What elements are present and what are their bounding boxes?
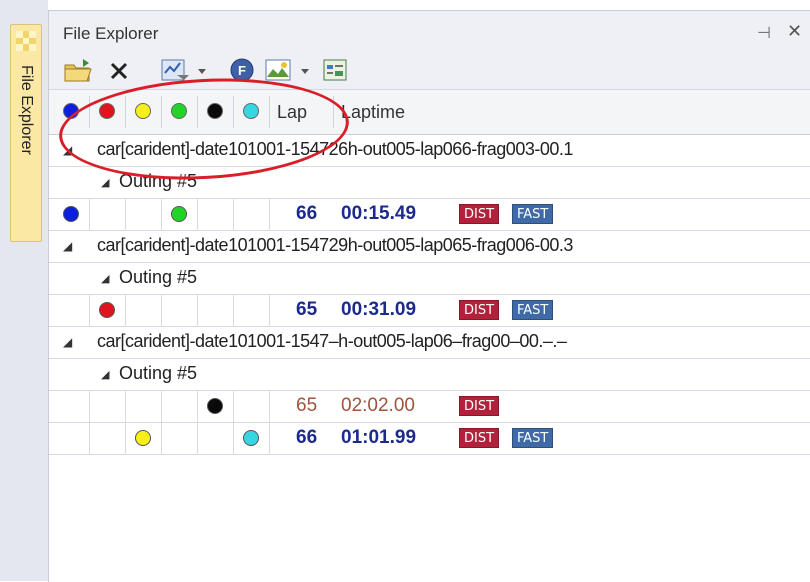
svg-text:F: F — [238, 63, 246, 78]
chart-image-icon[interactable] — [263, 57, 295, 83]
report-icon[interactable] — [321, 57, 351, 83]
dist-badge: DIST — [459, 428, 500, 448]
lap-number: 66 — [296, 203, 318, 224]
fast-badge: FAST — [512, 300, 554, 320]
lap-color-dot[interactable] — [243, 430, 259, 446]
grid-line — [233, 294, 234, 326]
lap-number: 66 — [296, 427, 318, 448]
side-tab-label: File Explorer — [18, 65, 35, 155]
dist-badge: DIST — [459, 300, 500, 320]
lap-color-dot[interactable] — [63, 206, 79, 222]
panel-titlebar: File Explorer ⊣ ✕ — [49, 11, 810, 51]
lap-time: 02:02.00 — [341, 395, 415, 416]
file-group-row[interactable]: ◢ car[carident]-date101001-154729h-out00… — [49, 230, 810, 263]
laptime-column-header[interactable]: Laptime — [341, 102, 405, 123]
grid-line — [269, 390, 270, 422]
open-folder-icon[interactable] — [63, 57, 95, 83]
pin-icon[interactable]: ⊣ — [757, 23, 771, 43]
grid-line — [89, 422, 90, 454]
lap-number: 65 — [296, 395, 318, 416]
lap-row[interactable]: 65 02:02.00 DIST — [49, 390, 810, 423]
grid-line — [197, 198, 198, 230]
fast-badge: FAST — [512, 204, 554, 224]
lap-time: 00:15.49 — [341, 203, 417, 224]
lap-color-dot[interactable] — [207, 398, 223, 414]
lap-row[interactable]: 66 01:01.99 DIST FAST — [49, 422, 810, 455]
grid-line — [161, 422, 162, 454]
lap-color-dot[interactable] — [135, 430, 151, 446]
grid-line — [197, 422, 198, 454]
file-explorer-side-tab[interactable]: File Explorer — [10, 24, 42, 242]
fast-badge: FAST — [512, 428, 554, 448]
collapse-arrow-icon[interactable]: ◢ — [101, 272, 109, 285]
collapse-arrow-icon[interactable]: ◢ — [101, 368, 109, 381]
dropdown-arrow-icon[interactable] — [299, 57, 311, 83]
outing-label: Outing #5 — [119, 363, 198, 383]
grid-line — [161, 294, 162, 326]
collapse-arrow-icon[interactable]: ◢ — [63, 335, 72, 349]
grid-line — [89, 294, 90, 326]
checker-icon — [16, 31, 36, 51]
delete-icon[interactable] — [107, 57, 131, 83]
grid-line — [197, 390, 198, 422]
grid-line — [269, 422, 270, 454]
grid-line — [161, 390, 162, 422]
close-icon[interactable]: ✕ — [787, 21, 802, 42]
grid-line — [125, 294, 126, 326]
outing-label: Outing #5 — [119, 267, 198, 287]
lap-color-dot[interactable] — [99, 302, 115, 318]
file-explorer-panel: File Explorer ⊣ ✕ F Lap Laptime ◢ car[ca… — [48, 10, 810, 582]
lap-time: 01:01.99 — [341, 427, 417, 448]
grid-line — [89, 390, 90, 422]
grid-line — [125, 390, 126, 422]
grid-line — [233, 198, 234, 230]
dist-badge: DIST — [459, 204, 500, 224]
outing-row[interactable]: ◢ Outing #5 — [49, 358, 810, 391]
grid-line — [269, 294, 270, 326]
file-name: car[carident]-date101001-154729h-out005-… — [97, 235, 573, 255]
grid-line — [161, 198, 162, 230]
grid-line — [125, 422, 126, 454]
grid-line — [269, 198, 270, 230]
lap-number: 65 — [296, 299, 318, 320]
grid-line — [233, 390, 234, 422]
dist-badge: DIST — [459, 396, 500, 416]
lap-time: 00:31.09 — [341, 299, 417, 320]
grid-line — [125, 198, 126, 230]
panel-title: File Explorer — [63, 24, 159, 43]
grid-line — [233, 422, 234, 454]
collapse-arrow-icon[interactable]: ◢ — [101, 176, 109, 189]
collapse-arrow-icon[interactable]: ◢ — [63, 239, 72, 253]
file-group-row[interactable]: ◢ car[carident]-date101001-1547–h-out005… — [49, 326, 810, 359]
lap-color-dot[interactable] — [171, 206, 187, 222]
outing-row[interactable]: ◢ Outing #5 — [49, 262, 810, 295]
grid-line — [89, 198, 90, 230]
side-tab-strip: File Explorer — [0, 0, 48, 581]
grid-line — [197, 294, 198, 326]
lap-row[interactable]: 66 00:15.49 DIST FAST — [49, 198, 810, 231]
file-name: car[carident]-date101001-1547–h-out005-l… — [97, 331, 567, 351]
lap-row[interactable]: 65 00:31.09 DIST FAST — [49, 294, 810, 327]
